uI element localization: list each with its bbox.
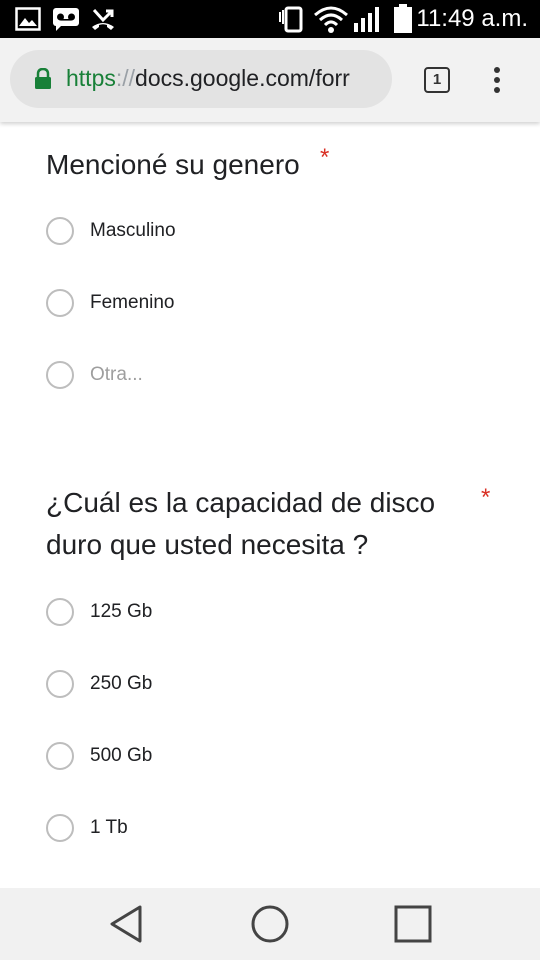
radio-button[interactable]	[46, 289, 74, 317]
url-host: docs.google.com/forr	[135, 65, 350, 91]
tab-switcher-button[interactable]: 1	[424, 67, 450, 93]
back-icon[interactable]	[108, 904, 144, 944]
image-icon	[15, 7, 41, 31]
option-label: 250 Gb	[90, 673, 153, 694]
form-content: Mencioné su genero * Masculino Femenino …	[0, 122, 540, 888]
clock: 11:49 a.m.	[416, 5, 528, 32]
option-label: Femenino	[90, 292, 175, 313]
more-menu-icon[interactable]	[494, 67, 500, 97]
question-title-line2: duro que usted necesita ?	[46, 529, 369, 560]
radio-button[interactable]	[46, 217, 74, 245]
signal-icon	[354, 7, 379, 32]
home-icon[interactable]	[250, 904, 290, 944]
question-title: Mencioné su genero	[46, 149, 300, 180]
browser-toolbar: https://docs.google.com/forr 1	[0, 38, 540, 122]
missed-calls-icon	[92, 8, 114, 30]
required-asterisk: *	[320, 144, 330, 171]
vibrate-icon	[279, 6, 303, 33]
url-scheme: https	[66, 65, 116, 91]
voicemail-icon	[53, 8, 79, 31]
question-title: ¿Cuál es la capacidad de disco	[46, 487, 436, 518]
radio-button[interactable]	[46, 742, 74, 770]
option-label: 500 Gb	[90, 745, 153, 766]
required-asterisk: *	[481, 484, 491, 511]
url-separator: ://	[115, 65, 136, 91]
option-label: 1 Tb	[90, 817, 128, 838]
wifi-icon	[314, 6, 348, 33]
radio-button[interactable]	[46, 598, 74, 626]
radio-button[interactable]	[46, 361, 74, 389]
url-text[interactable]: https://docs.google.com/forr	[66, 65, 386, 92]
option-label: 125 Gb	[90, 601, 153, 622]
battery-icon	[394, 4, 412, 33]
status-bar: 11:49 a.m.	[0, 0, 540, 38]
recents-icon[interactable]	[393, 904, 433, 944]
navigation-bar	[0, 888, 540, 960]
address-bar[interactable]: https://docs.google.com/forr	[10, 50, 392, 108]
lock-icon	[35, 68, 51, 89]
radio-button[interactable]	[46, 814, 74, 842]
option-label: Masculino	[90, 220, 176, 241]
other-input-placeholder[interactable]: Otra...	[90, 364, 143, 386]
radio-button[interactable]	[46, 670, 74, 698]
